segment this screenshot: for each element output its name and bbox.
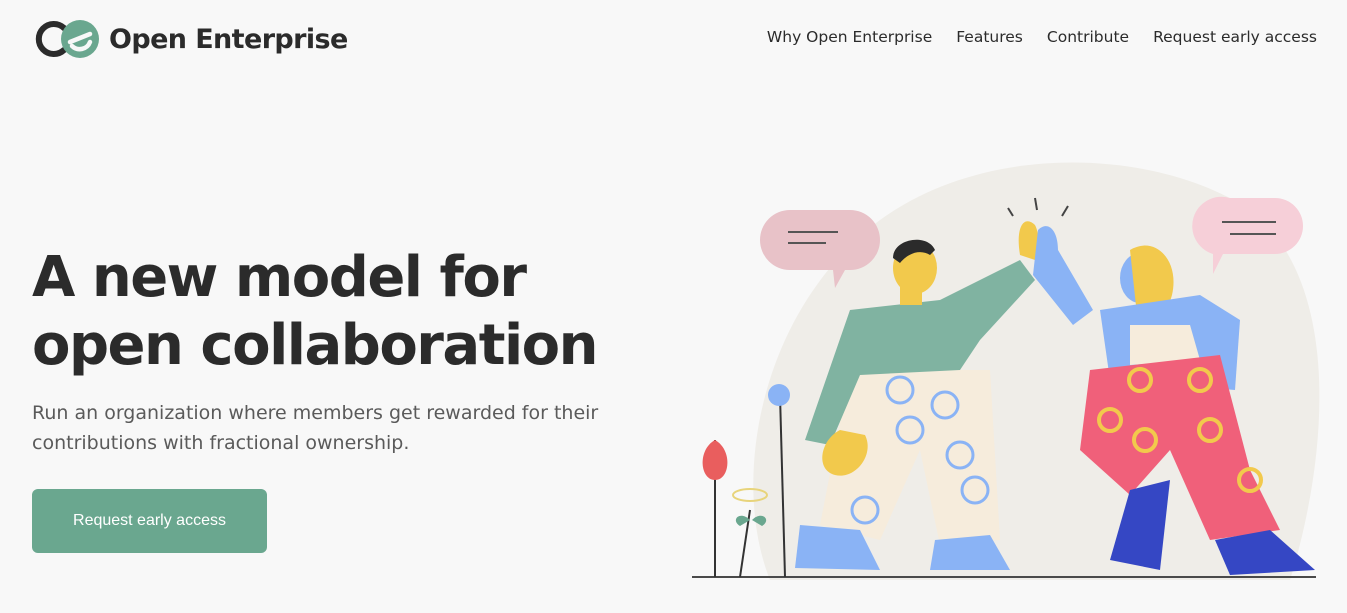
open-enterprise-logo-icon — [35, 20, 99, 58]
hero-subtitle-line-1: Run an organization where members get re… — [32, 402, 599, 424]
logo-text: Open Enterprise — [109, 23, 348, 55]
nav-request-early-access[interactable]: Request early access — [1153, 28, 1317, 46]
high-five-illustration — [692, 162, 1320, 580]
main-nav: Why Open Enterprise Features Contribute … — [767, 28, 1317, 46]
nav-why-open-enterprise[interactable]: Why Open Enterprise — [767, 28, 932, 46]
hero-title-line-2: open collaboration — [32, 313, 599, 378]
request-early-access-button[interactable]: Request early access — [32, 489, 267, 553]
site-header: Open Enterprise Why Open Enterprise Feat… — [0, 0, 1347, 80]
logo[interactable]: Open Enterprise — [32, 18, 348, 60]
nav-features[interactable]: Features — [956, 28, 1023, 46]
nav-contribute[interactable]: Contribute — [1047, 28, 1129, 46]
hero-subtitle-line-2: contributions with fractional ownership. — [32, 432, 410, 454]
hero-subtitle: Run an organization where members get re… — [32, 398, 672, 458]
hero-title-line-1: A new model for — [32, 245, 527, 310]
hero-title: A new model for open collaboration — [32, 244, 672, 380]
